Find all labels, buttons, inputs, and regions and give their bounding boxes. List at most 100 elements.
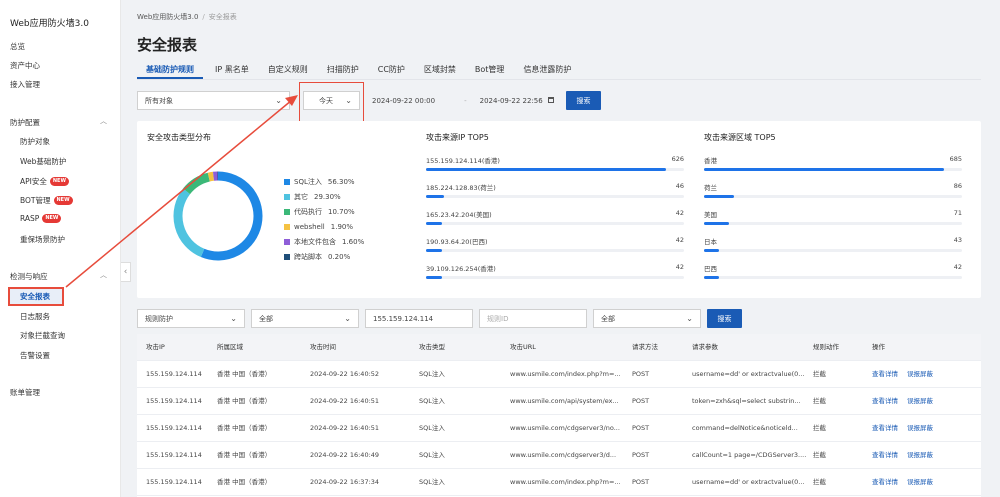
view-detail-link[interactable]: 查看详情 [872, 451, 898, 459]
column-header[interactable]: 操作 [872, 334, 977, 361]
column-header[interactable]: 所属区域 [217, 334, 307, 361]
view-detail-link[interactable]: 查看详情 [872, 397, 898, 405]
legend-label: SQL注入 [294, 177, 322, 186]
top-row: 185.224.128.83(荷兰) 46 [426, 182, 684, 208]
column-header[interactable]: 请求方法 [632, 334, 687, 361]
tab-ip-blacklist[interactable]: IP 黑名单 [215, 57, 249, 79]
sidebar-group-protect[interactable]: 防护配置 [10, 117, 40, 128]
table-cell: callCount=1 page=/CDGServer3.... [692, 451, 807, 459]
object-select[interactable]: 所有对象 ⌄ [137, 91, 290, 110]
sidebar-item-account[interactable]: 账单管理 [10, 387, 40, 398]
date-separator: - [464, 96, 467, 105]
table-cell: POST [632, 397, 650, 405]
false-positive-link[interactable]: 误报屏蔽 [907, 478, 933, 486]
top-row-label: 日本 [704, 238, 717, 246]
table-cell: 155.159.124.114 [146, 424, 202, 432]
collapse-sidebar-button[interactable]: ‹ [121, 262, 131, 282]
false-positive-link[interactable]: 误报屏蔽 [907, 370, 933, 378]
top-row-track [704, 195, 962, 198]
end-date[interactable]: 2024-09-22 22:56 [480, 97, 543, 105]
events-table: 攻击IP 所属区域 攻击时间 攻击类型 攻击URL 请求方法 请求参数 规则动作 操作 155.1… [137, 334, 981, 497]
false-positive-link[interactable]: 误报屏蔽 [907, 451, 933, 459]
calendar-icon[interactable] [548, 97, 554, 103]
table-cell-ops: 查看详情 误报屏蔽 [872, 442, 977, 469]
table-cell: 拦截 [813, 370, 826, 378]
table-cell: 2024-09-22 16:40:51 [310, 397, 380, 405]
table-cell: token=zxh&sql=select substrin... [692, 397, 801, 405]
rule-id-input[interactable]: 规则ID [479, 309, 587, 328]
legend-item: 本地文件包含 1.60% [284, 234, 364, 249]
sidebar-item-security-report[interactable]: 安全报表 [8, 287, 64, 306]
table-cell: 香港 中国（香港） [217, 370, 272, 378]
legend-percent: 10.70% [328, 207, 355, 216]
chevron-down-icon: ⌄ [230, 314, 237, 323]
top-row: 190.93.64.20(巴西) 42 [426, 236, 684, 262]
top-row-bar [704, 195, 735, 198]
table-cell: 155.159.124.114 [146, 397, 202, 405]
sidebar-item-bot[interactable]: BOT管理 NEW [20, 195, 73, 206]
view-detail-link[interactable]: 查看详情 [872, 478, 898, 486]
legend-label: 其它 [294, 192, 308, 201]
top-ip-title: 攻击来源IP TOP5 [426, 133, 489, 142]
rule-type-select[interactable]: 规则防护 ⌄ [137, 309, 245, 328]
column-header[interactable]: 规则动作 [813, 334, 868, 361]
tab-scan-protect[interactable]: 扫描防护 [327, 57, 359, 79]
action-select[interactable]: 全部 ⌄ [593, 309, 701, 328]
tab-bot-mgmt[interactable]: Bot管理 [475, 57, 505, 79]
chevron-up-icon[interactable]: ︿ [100, 116, 107, 126]
sidebar-item-access[interactable]: 接入管理 [10, 79, 40, 90]
table-cell: 拦截 [813, 424, 826, 432]
sidebar-item-assets[interactable]: 资产中心 [10, 60, 40, 71]
date-range-picker[interactable]: 2024-09-22 00:00 - 2024-09-22 22:56 [364, 91, 560, 110]
column-header[interactable]: 请求参数 [692, 334, 807, 361]
top-row-value: 42 [675, 236, 684, 244]
table-cell: 香港 中国（香港） [217, 451, 272, 459]
sidebar-item-major-event[interactable]: 重保场景防护 [20, 234, 65, 245]
column-header[interactable]: 攻击IP [146, 334, 216, 361]
tab-basic-rules[interactable]: 基础防护规则 [137, 57, 203, 79]
sidebar-item-block-query[interactable]: 对象拦截查询 [20, 330, 65, 341]
table-row: 155.159.124.114 香港 中国（香港） 2024-09-22 16:40… [137, 442, 981, 469]
top-row-label: 巴西 [704, 265, 717, 273]
top-row-value: 43 [953, 236, 962, 244]
breadcrumb-root[interactable]: Web应用防火墙3.0 [137, 13, 198, 21]
sidebar-item-log-service[interactable]: 日志服务 [20, 311, 50, 322]
table-search-button[interactable]: 搜索 [707, 309, 742, 328]
false-positive-link[interactable]: 误报屏蔽 [907, 397, 933, 405]
table-cell: 拦截 [813, 451, 826, 459]
chevron-up-icon[interactable]: ︿ [100, 270, 107, 280]
table-cell: SQL注入 [419, 370, 445, 378]
top-row-value: 86 [953, 182, 962, 190]
sidebar-item-protect-target[interactable]: 防护对象 [20, 136, 50, 147]
top-row-label: 美国 [704, 211, 717, 219]
sidebar-item-web-basic[interactable]: Web基础防护 [20, 156, 66, 167]
donut-slice-3[interactable] [207, 171, 215, 182]
column-header[interactable]: 攻击类型 [419, 334, 507, 361]
sidebar-item-api-security[interactable]: API安全 NEW [20, 176, 69, 187]
tab-cc-protect[interactable]: CC防护 [378, 57, 405, 79]
false-positive-link[interactable]: 误报屏蔽 [907, 424, 933, 432]
tab-info-leak[interactable]: 信息泄露防护 [523, 57, 571, 79]
sidebar-item-alert-settings[interactable]: 告警设置 [20, 350, 50, 361]
donut-slice-0[interactable] [200, 171, 263, 261]
view-detail-link[interactable]: 查看详情 [872, 370, 898, 378]
ip-input[interactable]: 155.159.124.114 [365, 309, 473, 328]
stats-panel: 安全攻击类型分布 SQL注入 56.30% 其它 29.30% 代码执行 10.70% we… [137, 121, 981, 298]
donut-slice-2[interactable] [183, 172, 211, 195]
column-header[interactable]: 攻击时间 [310, 334, 415, 361]
start-date[interactable]: 2024-09-22 00:00 [372, 97, 435, 105]
column-header[interactable]: 攻击URL [510, 334, 628, 361]
sidebar-item-overview[interactable]: 总览 [10, 41, 25, 52]
top-row-value: 42 [675, 209, 684, 217]
donut-slice-1[interactable] [173, 188, 205, 258]
sidebar-item-rasp[interactable]: RASP NEW [20, 214, 62, 223]
search-button[interactable]: 搜索 [566, 91, 601, 110]
tab-region-block[interactable]: 区域封禁 [424, 57, 456, 79]
sidebar-item-label: 对象拦截查询 [20, 331, 65, 340]
tab-custom-rules[interactable]: 自定义规则 [268, 57, 308, 79]
sidebar-group-detect[interactable]: 检测与响应 [10, 271, 48, 282]
view-detail-link[interactable]: 查看详情 [872, 424, 898, 432]
table-cell: 拦截 [813, 397, 826, 405]
attack-type-select[interactable]: 全部 ⌄ [251, 309, 359, 328]
table-cell: 2024-09-22 16:37:34 [310, 478, 380, 486]
